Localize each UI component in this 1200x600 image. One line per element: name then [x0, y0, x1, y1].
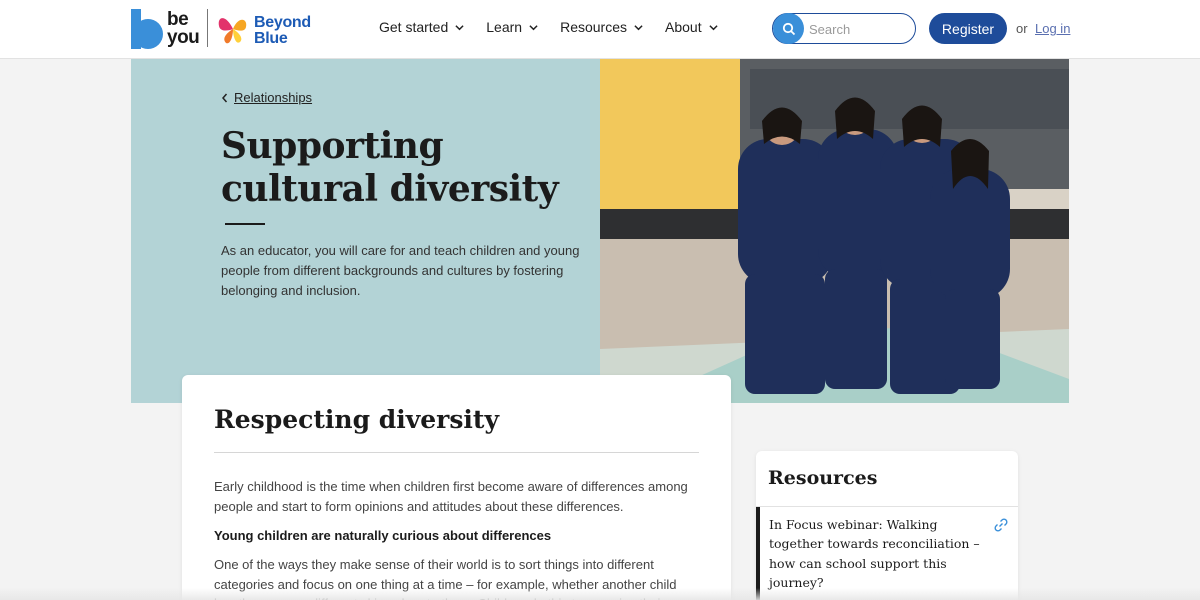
- chevron-down-icon: [529, 24, 538, 30]
- nav-label: Learn: [486, 19, 523, 35]
- chevron-down-icon: [708, 24, 718, 30]
- resource-item[interactable]: In Focus webinar: Walking together towar…: [756, 507, 1018, 600]
- link-icon[interactable]: [993, 517, 1009, 533]
- nav-label: Get started: [379, 19, 449, 35]
- search-input[interactable]: [809, 20, 909, 38]
- chevron-down-icon: [634, 24, 643, 30]
- search-button[interactable]: [773, 13, 804, 44]
- title-underline: [225, 223, 265, 225]
- logo-divider: [207, 9, 208, 47]
- chevron-down-icon: [455, 24, 464, 30]
- resources-title: Resources: [768, 467, 878, 489]
- beyond-blue-butterfly-icon[interactable]: [216, 12, 250, 46]
- nav-label: Resources: [560, 19, 627, 35]
- nav-about[interactable]: About: [665, 19, 718, 35]
- hero-panel: [131, 59, 600, 403]
- resource-item-title[interactable]: In Focus webinar: Walking together towar…: [769, 515, 984, 592]
- chevron-left-icon: [222, 93, 228, 102]
- search-icon: [782, 22, 795, 35]
- section-heading: Respecting diversity: [214, 405, 499, 434]
- divider: [214, 452, 699, 453]
- login-link[interactable]: Log in: [1035, 21, 1070, 36]
- or-text: or: [1016, 21, 1028, 36]
- register-button[interactable]: Register: [929, 13, 1007, 44]
- hero-image: [600, 59, 1069, 403]
- body-paragraph: Early childhood is the time when childre…: [214, 479, 688, 514]
- nav-resources[interactable]: Resources: [560, 19, 643, 35]
- resources-panel: Resources In Focus webinar: Walking toge…: [756, 451, 1018, 600]
- subheading: Young children are naturally curious abo…: [214, 528, 552, 543]
- search-box: [772, 13, 916, 44]
- content-card: Respecting diversity Early childhood is …: [182, 375, 731, 600]
- main-nav: Get started Learn Resources About: [379, 19, 740, 35]
- breadcrumb-link-relationships[interactable]: Relationships: [234, 90, 312, 105]
- be-you-logo-text: be you: [167, 9, 200, 48]
- page-title: Supporting cultural diversity: [221, 125, 559, 210]
- be-you-logo-icon[interactable]: [131, 9, 163, 49]
- bottom-fade: [0, 588, 1200, 600]
- site-header: be you Beyond Blue Get started Learn Res…: [0, 0, 1200, 59]
- children-photo-image: [600, 59, 1069, 403]
- nav-get-started[interactable]: Get started: [379, 19, 464, 35]
- nav-label: About: [665, 19, 702, 35]
- beyond-blue-logo-text: Beyond Blue: [254, 14, 311, 47]
- nav-learn[interactable]: Learn: [486, 19, 538, 35]
- hero-description: As an educator, you will care for and te…: [221, 243, 580, 298]
- breadcrumb[interactable]: Relationships: [221, 90, 312, 105]
